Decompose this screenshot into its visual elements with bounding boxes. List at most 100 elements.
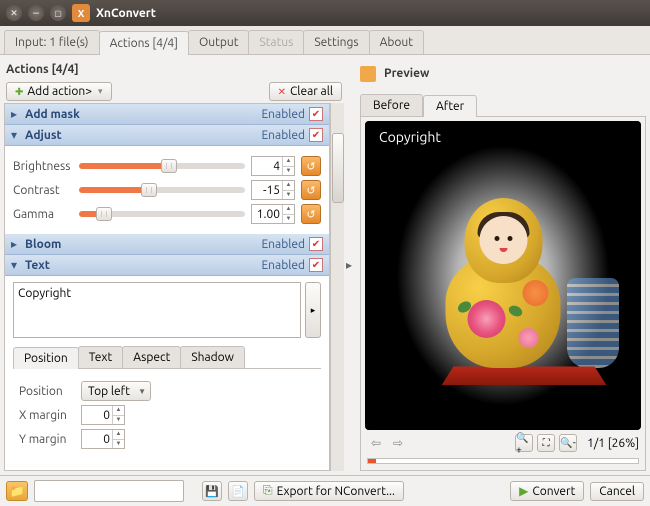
chevron-down-icon: ▾ xyxy=(11,258,21,272)
contrast-slider[interactable] xyxy=(79,187,245,193)
action-text-header[interactable]: ▾ Text Enabled ✔ xyxy=(5,255,329,276)
brightness-reset-button[interactable]: ↺ xyxy=(301,156,321,176)
subtab-shadow[interactable]: Shadow xyxy=(180,346,245,368)
position-value: Top left xyxy=(88,385,130,398)
spin-up-icon[interactable]: ▲ xyxy=(282,205,294,215)
chevron-right-icon: ▸ xyxy=(11,107,21,121)
ymargin-spinner[interactable]: ▲▼ xyxy=(81,429,125,449)
xmargin-spinner[interactable]: ▲▼ xyxy=(81,405,125,425)
text-insert-button[interactable]: ▸ xyxy=(305,282,321,338)
ymargin-label: Y margin xyxy=(19,433,75,446)
gamma-input[interactable] xyxy=(252,205,282,223)
prev-image-button[interactable]: ⇦ xyxy=(367,435,385,451)
action-bloom-name: Bloom xyxy=(25,238,261,251)
tab-settings[interactable]: Settings xyxy=(303,30,369,54)
action-adjust-name: Adjust xyxy=(25,129,261,142)
expand-preview-handle[interactable]: ▸ xyxy=(344,59,354,471)
subtab-aspect[interactable]: Aspect xyxy=(122,346,181,368)
actions-scrollbar[interactable] xyxy=(330,103,344,471)
preview-tab-before[interactable]: Before xyxy=(360,94,423,116)
add-action-button[interactable]: Add action> xyxy=(6,82,112,101)
enabled-label: Enabled xyxy=(261,129,305,142)
action-add-mask-header[interactable]: ▸ Add mask Enabled ✔ xyxy=(5,104,329,125)
zoom-fit-button[interactable]: ⛶ xyxy=(537,434,555,452)
spin-up-icon[interactable]: ▲ xyxy=(112,430,124,440)
maximize-window-button[interactable]: ▢ xyxy=(50,5,66,21)
action-adjust-checkbox[interactable]: ✔ xyxy=(309,128,323,142)
zoom-in-button[interactable]: 🔍+ xyxy=(515,434,533,452)
brightness-input[interactable] xyxy=(252,157,282,175)
spin-down-icon[interactable]: ▼ xyxy=(282,167,294,176)
spin-up-icon[interactable]: ▲ xyxy=(112,406,124,416)
preview-tab-after[interactable]: After xyxy=(423,95,477,117)
output-path-field[interactable] xyxy=(34,480,184,502)
subtab-position[interactable]: Position xyxy=(13,347,79,369)
convert-label: Convert xyxy=(532,485,575,498)
action-text-checkbox[interactable]: ✔ xyxy=(309,258,323,272)
tab-input[interactable]: Input: 1 file(s) xyxy=(4,30,100,54)
gamma-slider[interactable] xyxy=(79,211,245,217)
preview-frame: Copyright ⇦ ⇨ 🔍+ ⛶ 🔍- 1/1 [26%] xyxy=(360,116,646,471)
spin-up-icon[interactable]: ▲ xyxy=(282,181,294,191)
action-add-mask-name: Add mask xyxy=(25,108,261,121)
preview-watermark: Copyright xyxy=(379,129,441,145)
preview-heading: Preview xyxy=(384,67,429,80)
action-adjust-body: Brightness ▲▼ ↺ Contrast ▲▼ ↺ Gamma ▲▼ ↺ xyxy=(5,146,329,234)
brightness-spinner[interactable]: ▲▼ xyxy=(251,156,295,176)
gamma-spinner[interactable]: ▲▼ xyxy=(251,204,295,224)
action-list: ▸ Add mask Enabled ✔ ▾ Adjust Enabled ✔ … xyxy=(4,103,330,471)
tab-actions[interactable]: Actions [4/4] xyxy=(99,31,189,55)
action-add-mask-checkbox[interactable]: ✔ xyxy=(309,107,323,121)
contrast-reset-button[interactable]: ↺ xyxy=(301,180,321,200)
spin-down-icon[interactable]: ▼ xyxy=(112,416,124,425)
close-window-button[interactable]: ✕ xyxy=(6,5,22,21)
enabled-label: Enabled xyxy=(261,259,305,272)
xmargin-label: X margin xyxy=(19,409,75,422)
chevron-down-icon: ▾ xyxy=(11,128,21,142)
position-label: Position xyxy=(19,385,75,398)
tab-status[interactable]: Status xyxy=(248,30,304,54)
action-text-body: Copyright ▸ Position Text Aspect Shadow … xyxy=(5,276,329,467)
contrast-input[interactable] xyxy=(252,181,282,199)
minimize-window-button[interactable]: ‒ xyxy=(28,5,44,21)
action-bloom-header[interactable]: ▸ Bloom Enabled ✔ xyxy=(5,234,329,255)
tab-about[interactable]: About xyxy=(369,30,424,54)
clear-all-button[interactable]: Clear all xyxy=(269,82,342,101)
preview-progress xyxy=(367,458,639,464)
position-dropdown[interactable]: Top left xyxy=(81,381,151,401)
action-bloom-checkbox[interactable]: ✔ xyxy=(309,237,323,251)
spin-down-icon[interactable]: ▼ xyxy=(282,191,294,200)
subtab-text[interactable]: Text xyxy=(78,346,124,368)
watermark-text-input[interactable]: Copyright xyxy=(13,282,301,338)
convert-button[interactable]: ▶Convert xyxy=(510,481,584,501)
tab-output[interactable]: Output xyxy=(188,30,249,54)
enabled-label: Enabled xyxy=(261,238,305,251)
brightness-slider[interactable] xyxy=(79,163,245,169)
gamma-label: Gamma xyxy=(13,208,73,221)
xmargin-input[interactable] xyxy=(82,406,112,424)
enabled-label: Enabled xyxy=(261,108,305,121)
spin-down-icon[interactable]: ▼ xyxy=(282,215,294,224)
cancel-button[interactable]: Cancel xyxy=(590,482,644,501)
next-image-button[interactable]: ⇨ xyxy=(389,435,407,451)
export-nconvert-label: Export for NConvert... xyxy=(277,485,395,498)
text-subtabs: Position Text Aspect Shadow xyxy=(13,346,321,369)
zoom-out-button[interactable]: 🔍- xyxy=(559,434,577,452)
preview-image: Copyright xyxy=(365,121,641,430)
actions-heading: Actions [4/4] xyxy=(6,63,342,76)
gamma-reset-button[interactable]: ↺ xyxy=(301,204,321,224)
add-action-label: Add action> xyxy=(27,85,92,98)
save-script-button[interactable]: 💾 xyxy=(202,481,222,501)
spin-up-icon[interactable]: ▲ xyxy=(282,157,294,167)
action-adjust-header[interactable]: ▾ Adjust Enabled ✔ xyxy=(5,125,329,146)
ymargin-input[interactable] xyxy=(82,430,112,448)
app-icon: X xyxy=(72,4,90,22)
spin-down-icon[interactable]: ▼ xyxy=(112,440,124,449)
preview-nav-info: 1/1 [26%] xyxy=(587,437,639,450)
preview-icon xyxy=(360,66,376,82)
contrast-spinner[interactable]: ▲▼ xyxy=(251,180,295,200)
load-script-button[interactable]: 📄 xyxy=(228,481,248,501)
cancel-label: Cancel xyxy=(599,485,635,498)
open-folder-button[interactable]: 📁 xyxy=(6,481,28,501)
export-nconvert-button[interactable]: ⎘Export for NConvert... xyxy=(254,481,404,501)
